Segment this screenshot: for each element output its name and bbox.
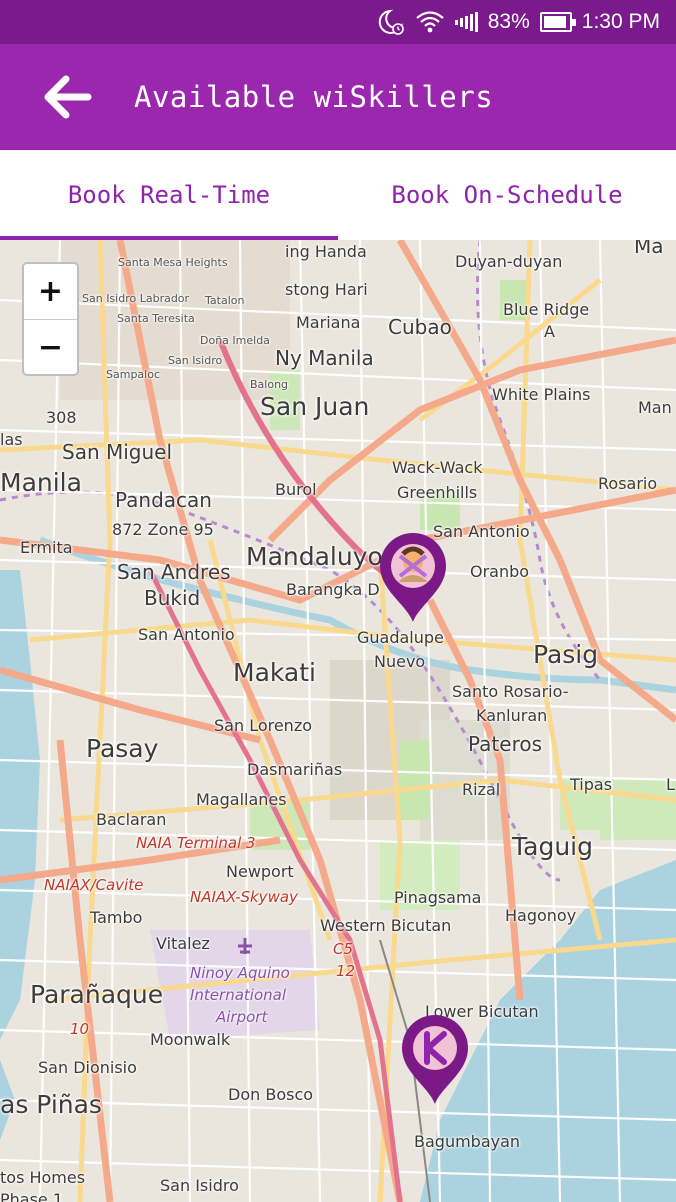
map-label: Balong <box>250 378 289 391</box>
map-label: Doña Imelda <box>200 334 270 347</box>
map-label: San Juan <box>260 392 370 421</box>
clock-time: 1:30 PM <box>581 10 660 33</box>
battery-icon <box>539 12 576 32</box>
map-label: Pasay <box>86 734 159 763</box>
map-label: Cubao <box>388 315 452 339</box>
map-label: ing Handa <box>285 242 367 261</box>
map-label: Rosario <box>598 474 658 493</box>
map-label: Santa Mesa Heights <box>118 256 228 269</box>
status-bar: 83% 1:30 PM <box>0 0 676 44</box>
map-label: San Miguel <box>62 440 173 464</box>
back-button[interactable] <box>32 62 102 132</box>
map-label: Pandacan <box>115 488 212 512</box>
map-label: Ma <box>634 240 664 258</box>
map-label: Baclaran <box>96 810 167 829</box>
map-label: White Plains <box>492 385 591 404</box>
map-label: Tambo <box>90 908 143 927</box>
arrow-left-icon <box>44 75 92 119</box>
map-label: Vitalez <box>156 934 210 953</box>
page-title: Available wiSkillers <box>134 80 494 114</box>
map-label: C5 <box>333 940 354 958</box>
map-label: San Lorenzo <box>214 716 313 735</box>
zoom-in-button[interactable]: + <box>24 264 77 319</box>
map-label: Manila <box>0 468 82 497</box>
wifi-icon <box>415 9 445 35</box>
map-label: Nuevo <box>374 652 426 671</box>
do-not-disturb-moon-icon <box>375 8 405 36</box>
wiskiller-marker-k-logo[interactable] <box>400 1014 470 1106</box>
map-label: San Dionisio <box>38 1058 137 1077</box>
map-label: Dasmariñas <box>247 760 343 779</box>
map-label: Santa Teresita <box>117 312 195 325</box>
map-label: San Andres <box>117 560 231 584</box>
map-label: Magallanes <box>196 790 287 809</box>
map-label: Makati <box>233 658 316 687</box>
map-label: NAIAX-Skyway <box>190 888 298 906</box>
zoom-out-button[interactable]: − <box>24 319 77 374</box>
map-label: Duyan-duyan <box>455 252 563 271</box>
map-label: Ermita <box>20 538 73 557</box>
map-label: Wack-Wack <box>392 458 483 477</box>
map-label: Sampaloc <box>106 368 160 381</box>
map-label: Bagumbayan <box>414 1132 521 1151</box>
map-label: San Isidro <box>160 1176 239 1195</box>
map-label: las <box>0 430 23 449</box>
map-label: Newport <box>226 862 294 881</box>
zoom-control: + − <box>22 262 79 376</box>
map-label: 872 Zone 95 <box>112 520 214 539</box>
map-label: Airport <box>216 1008 268 1026</box>
map-label: NAIAX/Cavite <box>44 876 144 894</box>
tab-book-real-time[interactable]: Book Real-Time <box>0 150 338 240</box>
map-label: Ny Manila <box>275 346 374 370</box>
map-label: Taguig <box>512 832 593 861</box>
map-label: A <box>544 322 555 341</box>
tab-book-on-schedule[interactable]: Book On-Schedule <box>338 150 676 240</box>
map-label: Tatalon <box>205 294 245 307</box>
map-label: Ninoy Aquino <box>190 964 290 982</box>
map-label: NAIA Terminal 3 <box>136 834 256 852</box>
map-label: Greenhills <box>397 483 478 502</box>
map-label: Pinagsama <box>394 888 482 907</box>
map-label: Kanluran <box>476 706 548 725</box>
map-label: Phase 1 <box>0 1190 64 1202</box>
app-bar: Available wiSkillers <box>0 44 676 150</box>
map-label: stong Hari <box>285 280 368 299</box>
map-label: Bukid <box>144 586 201 610</box>
map-label: Tipas <box>570 775 613 794</box>
map-label: Moonwalk <box>150 1030 231 1049</box>
map-label: L <box>666 775 675 794</box>
tab-bar: Book Real-Time Book On-Schedule <box>0 150 676 240</box>
map-label: as Piñas <box>0 1090 102 1119</box>
battery-percent: 83% <box>487 10 530 33</box>
map-label: Pateros <box>468 732 543 756</box>
map-label: 10 <box>70 1020 90 1038</box>
map-label: Mandaluyo <box>246 542 383 571</box>
map-view[interactable]: Santa Mesa Heights ing Handa Duyan-duyan… <box>0 240 676 1202</box>
cell-signal-icon <box>454 12 478 32</box>
map-label: Parañaque <box>30 980 164 1009</box>
map-label: Burol <box>275 480 317 499</box>
map-label: Rizal <box>462 780 501 799</box>
map-label: Barangka D <box>286 580 380 599</box>
map-label: San Isidro Labrador <box>82 292 190 305</box>
map-label: Oranbo <box>470 562 530 581</box>
map-label: Mariana <box>296 313 361 332</box>
map-label: Guadalupe <box>357 628 444 647</box>
wiskiller-marker-avatar[interactable] <box>378 532 448 624</box>
map-label: tos Homes <box>0 1168 86 1187</box>
map-label: Man <box>638 398 672 417</box>
map-label: International <box>190 986 286 1004</box>
map-label: Blue Ridge <box>503 300 590 319</box>
map-label: Santo Rosario- <box>452 682 569 701</box>
map-label: 12 <box>336 962 356 980</box>
map-label: Western Bicutan <box>320 916 452 935</box>
map-label: Don Bosco <box>228 1085 314 1104</box>
map-label: San Isidro <box>168 354 223 367</box>
map-label: 308 <box>46 408 77 427</box>
map-label: Hagonoy <box>505 906 577 925</box>
map-label: Pasig <box>533 640 599 669</box>
map-label: San Antonio <box>138 625 235 644</box>
